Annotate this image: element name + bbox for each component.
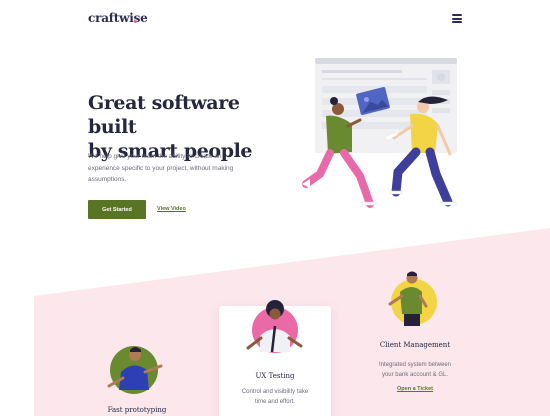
- ux-testing-avatar-icon: [246, 300, 303, 353]
- open-ticket-link[interactable]: Open a Ticket: [360, 386, 470, 392]
- view-video-link[interactable]: View Video: [157, 206, 186, 212]
- client-management-description-line-2: your bank account & GL.: [381, 372, 449, 378]
- client-management-description-line-1: Integrated system between: [378, 362, 452, 368]
- site-header: craftwise: [0, 0, 550, 40]
- ux-testing-title: UX Testing: [255, 372, 295, 380]
- get-started-button[interactable]: Get Started: [88, 200, 146, 219]
- ux-testing-description: Control and visibility take time and eff…: [219, 387, 331, 407]
- client-management-description: Integrated system between your bank acco…: [360, 360, 470, 380]
- client-management-avatar-icon: [388, 271, 437, 326]
- ux-testing-description-line-2: time and effort.: [255, 399, 295, 405]
- fast-prototyping-avatar-icon: [107, 346, 163, 394]
- hamburger-menu-icon[interactable]: [452, 14, 462, 23]
- team-collaboration-illustration: [302, 58, 457, 208]
- client-management-title: Client Management: [379, 341, 451, 349]
- ux-testing-description-line-1: Control and visibility take: [241, 389, 309, 395]
- hero-description: We help give your team the ability to cr…: [88, 153, 234, 183]
- logo-dot-icon: [134, 20, 137, 23]
- hero-title-line-1: Great software built: [88, 92, 240, 138]
- fast-prototyping-title: Fast prototyping: [107, 406, 167, 414]
- brand-logo[interactable]: craftwise: [88, 11, 148, 25]
